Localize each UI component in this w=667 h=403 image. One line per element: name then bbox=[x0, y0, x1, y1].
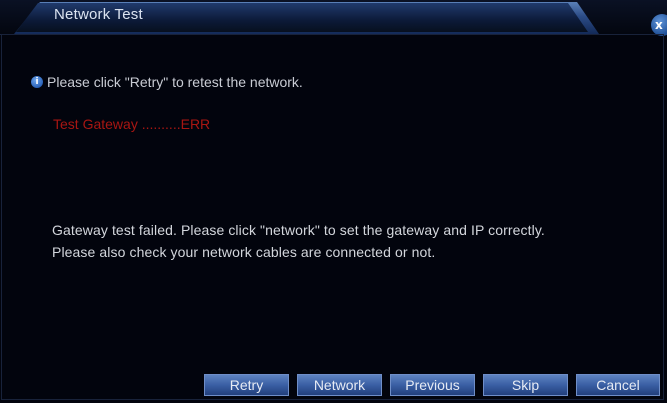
error-message-line-2: Please also check your network cables ar… bbox=[52, 244, 436, 260]
dialog-title: Network Test bbox=[54, 6, 143, 23]
title-bar: Network Test x bbox=[0, 0, 667, 36]
info-text: Please click "Retry" to retest the netwo… bbox=[47, 74, 303, 90]
test-gateway-result: Test Gateway ..........ERR bbox=[53, 116, 211, 132]
close-icon[interactable]: x bbox=[651, 14, 667, 36]
retry-button[interactable]: Retry bbox=[204, 374, 289, 396]
error-message: Gateway test failed. Please click "netwo… bbox=[52, 219, 545, 263]
info-icon: i bbox=[31, 76, 43, 88]
error-message-line-1: Gateway test failed. Please click "netwo… bbox=[52, 222, 545, 238]
network-button[interactable]: Network bbox=[297, 374, 382, 396]
info-line: i Please click "Retry" to retest the net… bbox=[31, 73, 303, 91]
network-test-dialog: Network Test x i Please click "Retry" to… bbox=[0, 0, 667, 403]
skip-button[interactable]: Skip bbox=[483, 374, 568, 396]
cancel-button[interactable]: Cancel bbox=[576, 374, 660, 396]
previous-button[interactable]: Previous bbox=[390, 374, 475, 396]
